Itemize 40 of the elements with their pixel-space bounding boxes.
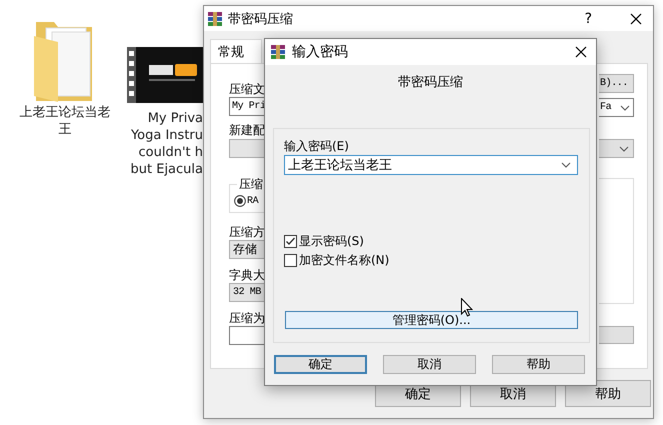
- checkbox[interactable]: [284, 254, 297, 266]
- checkbox-label: 显示密码(S): [299, 232, 364, 250]
- dialog-button[interactable]: 帮助: [492, 355, 585, 374]
- tab[interactable]: 常规: [210, 39, 262, 63]
- dialog-title: 输入密码: [292, 43, 348, 61]
- dialog-heading: 带密码压缩: [398, 75, 463, 91]
- field-label: 压缩为: [229, 310, 266, 326]
- checkbox[interactable]: [284, 234, 297, 248]
- group-label: 压缩: [238, 176, 264, 193]
- file-name: My Priva Yoga Instru couldn't h but Ejacula: [130, 110, 203, 178]
- password-field[interactable]: 上老王论坛当老王: [284, 155, 578, 175]
- dialog-button[interactable]: 确定: [274, 355, 367, 374]
- field-label: 压缩文: [229, 81, 266, 97]
- browse-button[interactable]: B)...: [599, 74, 634, 93]
- dialog-button[interactable]: 取消: [383, 355, 476, 374]
- close-icon[interactable]: [630, 12, 642, 24]
- field-label: 字典大: [229, 267, 266, 283]
- manage-passwords-button[interactable]: 管理密码(O)...: [285, 311, 578, 329]
- help-button[interactable]: ?: [584, 10, 592, 26]
- dialog-button[interactable]: 帮助: [565, 380, 651, 407]
- books-icon: [270, 44, 286, 60]
- close-icon[interactable]: [575, 46, 587, 58]
- radio-button[interactable]: [234, 195, 246, 207]
- field-label: 压缩方: [229, 224, 266, 240]
- update-mode-dropdown[interactable]: Fa: [599, 98, 634, 117]
- archive-name-field[interactable]: My Pri: [229, 97, 266, 116]
- dictionary-dropdown[interactable]: 32 MB: [229, 283, 266, 302]
- chevron-icon: [620, 104, 630, 110]
- profile-dropdown[interactable]: [229, 139, 266, 158]
- file-name: 上老王论坛当老王: [18, 104, 112, 138]
- window-title: 带密码压缩: [228, 10, 293, 28]
- chevron-icon: [561, 162, 571, 168]
- field-label: 新建配: [229, 122, 266, 138]
- checkbox-label: 加密文件名称(N): [299, 252, 390, 268]
- radio-label: RA: [247, 196, 258, 206]
- chevron-icon: [619, 146, 629, 152]
- method-dropdown[interactable]: 存储: [229, 240, 266, 259]
- books-icon: [207, 10, 223, 26]
- field-label: 输入密码(E): [284, 138, 349, 154]
- split-field[interactable]: [229, 326, 266, 345]
